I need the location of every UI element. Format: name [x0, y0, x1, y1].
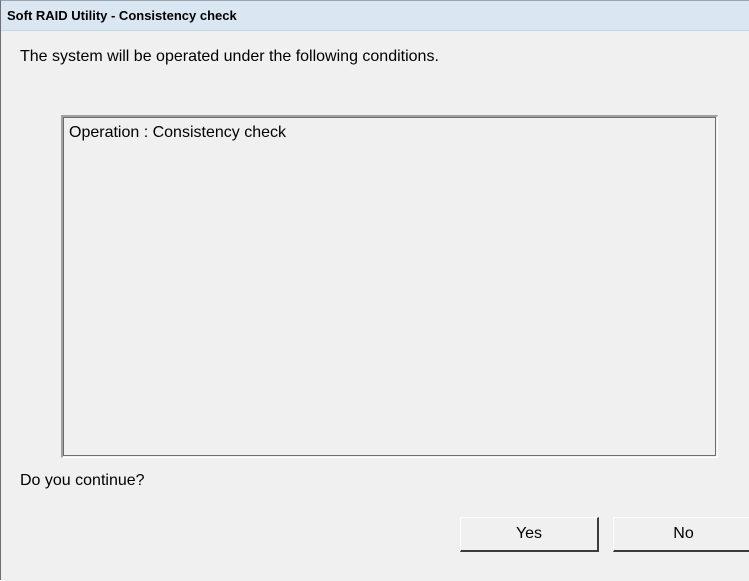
- conditions-list-box[interactable]: Operation : Consistency check: [61, 115, 718, 458]
- condition-item: Operation : Consistency check: [69, 124, 286, 141]
- confirmation-question: Do you continue?: [20, 472, 145, 489]
- window-title: Soft RAID Utility - Consistency check: [7, 8, 237, 23]
- title-bar[interactable]: Soft RAID Utility - Consistency check: [1, 1, 749, 31]
- intro-text: The system will be operated under the fo…: [20, 48, 439, 65]
- dialog-window: Soft RAID Utility - Consistency check Th…: [0, 0, 749, 581]
- yes-button[interactable]: Yes: [460, 517, 599, 552]
- no-button[interactable]: No: [613, 517, 749, 552]
